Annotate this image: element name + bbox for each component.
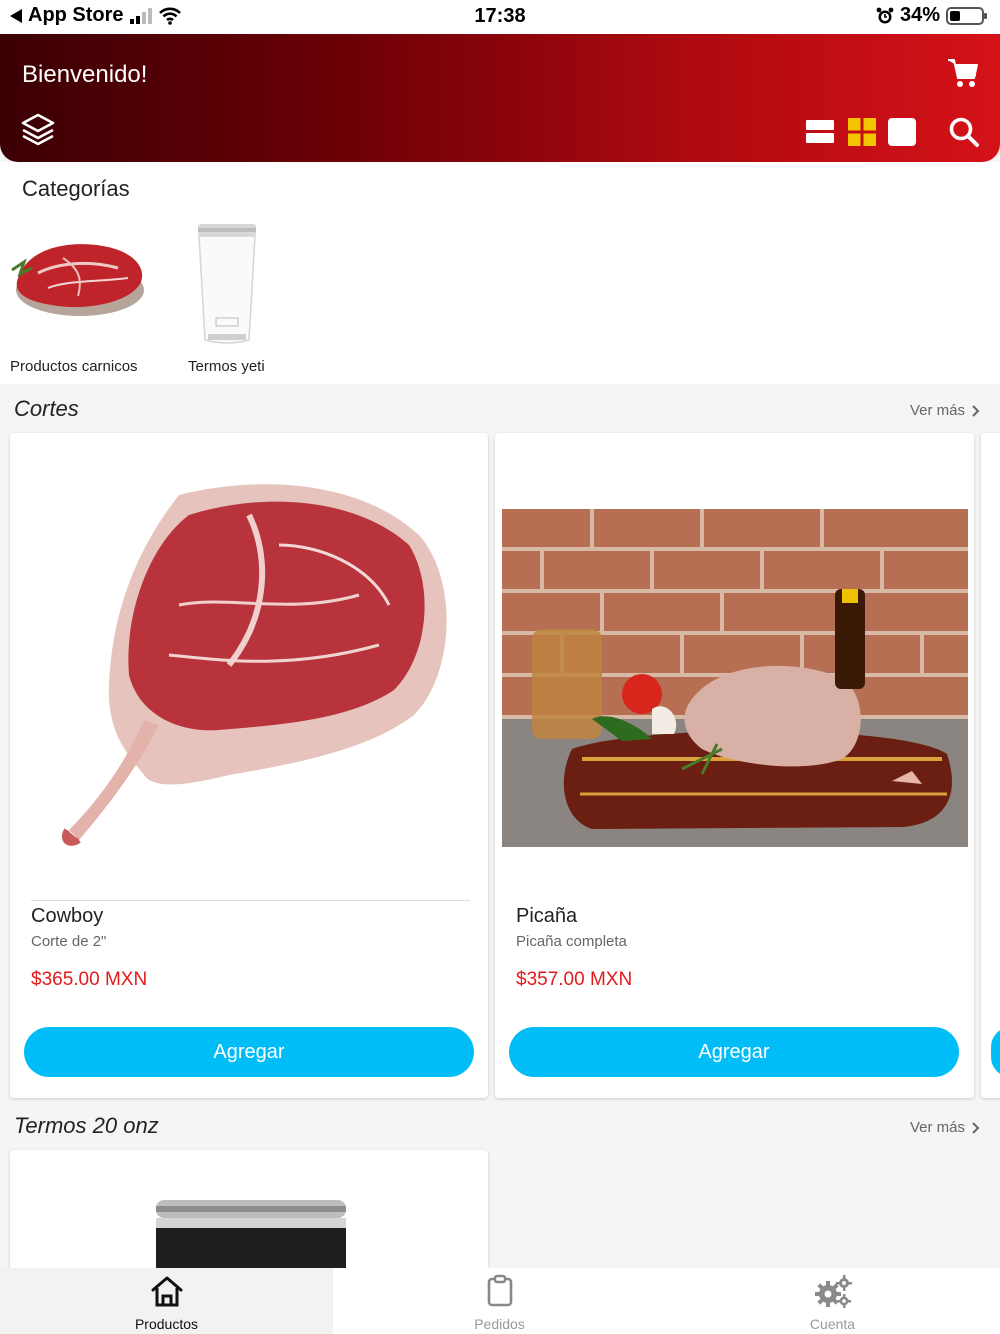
- product-card-picana[interactable]: Picaña Picaña completa $357.00 MXN Agreg…: [495, 433, 974, 1098]
- black-tumbler-image: [156, 1200, 346, 1274]
- picanha-on-board-image: [502, 509, 968, 847]
- alarm-icon: [876, 7, 894, 23]
- home-icon: [151, 1276, 182, 1307]
- category-label: Productos carnicos: [10, 358, 138, 375]
- tab-label: Pedidos: [474, 1316, 525, 1332]
- bottom-tab-bar: Productos Pedidos Cuenta: [0, 1268, 1000, 1334]
- layers-icon[interactable]: [20, 112, 56, 148]
- list-view-icon[interactable]: [806, 119, 834, 145]
- welcome-title: Bienvenido!: [22, 61, 148, 88]
- raw-steak-image: [11, 244, 144, 316]
- add-to-cart-button[interactable]: Agregar: [509, 1027, 959, 1077]
- tab-productos[interactable]: Productos: [0, 1268, 333, 1334]
- category-item-meat[interactable]: Productos carnicos: [8, 218, 148, 388]
- product-description: Picaña completa: [516, 933, 627, 950]
- product-price: $365.00 MXN: [31, 969, 148, 990]
- tab-pedidos[interactable]: Pedidos: [333, 1268, 666, 1334]
- grid-view-icon[interactable]: [848, 118, 876, 146]
- status-right: 34%: [876, 4, 987, 27]
- tab-label: Cuenta: [809, 1316, 856, 1332]
- status-bar: App Store 17:38 34%: [0, 0, 1000, 34]
- see-more-label: Ver más: [909, 402, 965, 419]
- search-icon[interactable]: [948, 116, 980, 148]
- product-name: Picaña: [516, 905, 578, 927]
- tab-label: Productos: [134, 1316, 199, 1332]
- tab-cuenta[interactable]: Cuenta: [666, 1268, 999, 1334]
- product-price: $357.00 MXN: [516, 969, 633, 990]
- gears-icon: [814, 1275, 852, 1308]
- product-card-partial[interactable]: [981, 433, 1000, 1098]
- product-card-cowboy[interactable]: Cowboy Corte de 2" $365.00 MXN Agregar: [10, 433, 488, 1098]
- see-more-cortes[interactable]: Ver más: [910, 402, 980, 419]
- product-description: Corte de 2": [31, 933, 107, 950]
- cart-icon[interactable]: [946, 56, 980, 90]
- status-time: 17:38: [474, 5, 526, 27]
- white-tumbler-image: [198, 224, 256, 344]
- single-view-icon[interactable]: [888, 118, 916, 146]
- section-title-termos: Termos 20 onz: [14, 1113, 159, 1138]
- chevron-right-icon: [972, 1121, 980, 1134]
- cowboy-ribeye-image: [61, 484, 447, 846]
- chevron-right-icon: [972, 404, 980, 417]
- see-more-label: Ver más: [909, 1119, 965, 1136]
- categories-title: Categorías: [22, 176, 130, 201]
- section-title-cortes: Cortes: [14, 396, 79, 421]
- battery-icon: [946, 6, 987, 25]
- category-item-yeti[interactable]: Termos yeti: [186, 218, 268, 388]
- product-name: Cowboy: [31, 905, 104, 927]
- see-more-termos[interactable]: Ver más: [910, 1119, 980, 1136]
- add-to-cart-button[interactable]: Agregar: [24, 1027, 474, 1077]
- categories-section: Categorías Productos carnicos Termos yet…: [0, 162, 1000, 384]
- app-header: Bienvenido!: [0, 34, 1000, 162]
- clipboard-icon: [487, 1274, 512, 1307]
- category-label: Termos yeti: [188, 358, 265, 375]
- add-to-cart-button-partial[interactable]: [991, 1027, 1000, 1077]
- card-divider: [31, 900, 470, 901]
- app-screen: App Store 17:38 34% Bienvenido! Categorí…: [0, 0, 1000, 1334]
- battery-percent: 34%: [899, 4, 940, 26]
